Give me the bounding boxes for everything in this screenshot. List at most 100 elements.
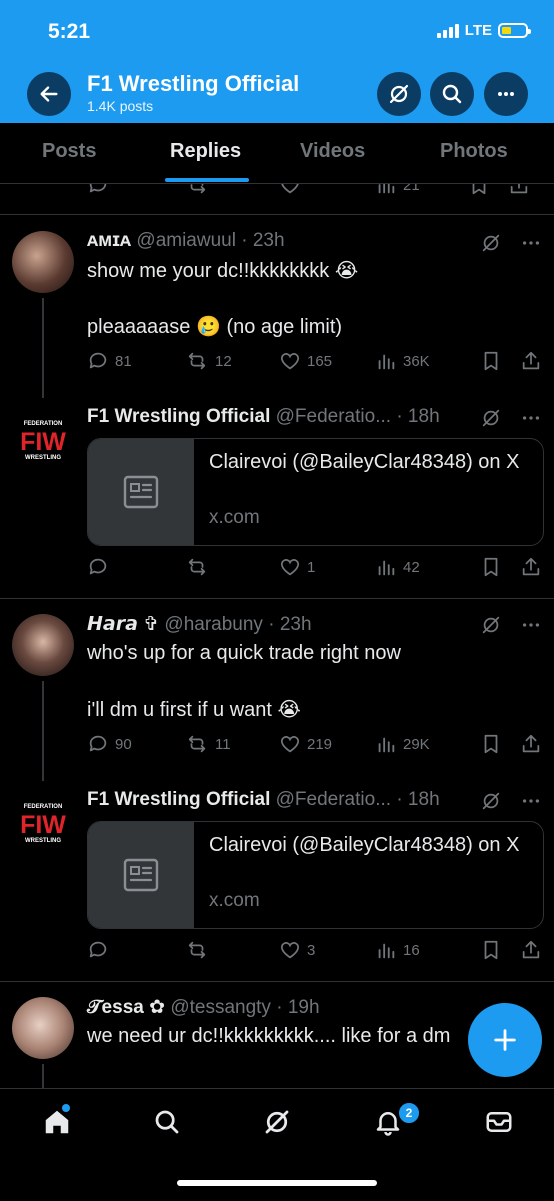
plus-icon bbox=[494, 1029, 516, 1051]
compose-button[interactable] bbox=[468, 1003, 542, 1077]
views-button[interactable]: 29K bbox=[375, 733, 430, 755]
views-count: 21 bbox=[403, 184, 420, 194]
views-button[interactable]: 36K bbox=[375, 350, 430, 372]
reply-button[interactable] bbox=[87, 939, 109, 961]
link-card-domain: x.com bbox=[209, 890, 260, 911]
post-action-bar: 81 12 165 36K bbox=[87, 350, 542, 376]
fiw-logo[interactable]: FEDERATION FIW WRESTLING bbox=[12, 409, 74, 471]
reply-button[interactable] bbox=[87, 184, 109, 196]
repost-button[interactable] bbox=[185, 939, 209, 961]
reply-button[interactable] bbox=[87, 556, 109, 578]
share-icon[interactable] bbox=[508, 184, 530, 196]
reply-icon bbox=[89, 558, 107, 575]
tab-videos[interactable]: Videos bbox=[300, 140, 365, 163]
repost-button[interactable]: 12 bbox=[185, 350, 232, 372]
bookmark-icon[interactable] bbox=[480, 556, 502, 578]
like-button[interactable]: 219 bbox=[279, 733, 332, 755]
search-icon bbox=[155, 1110, 179, 1134]
network-label: LTE bbox=[464, 22, 492, 39]
like-button[interactable]: 1 bbox=[279, 556, 315, 578]
avatar[interactable] bbox=[12, 997, 74, 1059]
posts-count: 1.4K posts bbox=[87, 98, 154, 114]
views-icon bbox=[378, 354, 395, 370]
grok-button[interactable] bbox=[377, 72, 421, 116]
repost-icon bbox=[188, 352, 206, 370]
grok-icon[interactable] bbox=[480, 232, 502, 254]
reply-button[interactable]: 90 bbox=[87, 733, 132, 755]
partial-action-bar: 21 bbox=[87, 184, 542, 200]
post-top-actions bbox=[480, 232, 542, 254]
share-icon[interactable] bbox=[520, 939, 542, 961]
more-dots-icon[interactable] bbox=[520, 790, 542, 812]
repost-icon bbox=[190, 184, 206, 194]
more-dots-icon[interactable] bbox=[520, 614, 542, 636]
views-button[interactable]: 21 bbox=[375, 184, 420, 196]
logo-bottom-text: WRESTLING bbox=[25, 838, 61, 844]
home-new-dot bbox=[62, 1104, 70, 1112]
repost-icon bbox=[188, 735, 206, 753]
like-button[interactable]: 165 bbox=[279, 350, 332, 372]
search-button[interactable] bbox=[430, 72, 474, 116]
share-icon[interactable] bbox=[520, 556, 542, 578]
author-name[interactable]: F1 Wrestling Official bbox=[87, 406, 270, 427]
post-author: 𝒯essa ✿ @tessangty · 19h bbox=[87, 996, 320, 1019]
post-text-line-1: who's up for a quick trade right now bbox=[87, 642, 401, 664]
grok-icon[interactable] bbox=[480, 614, 502, 636]
link-card[interactable]: Clairevoi (@BaileyClar48348) on X x.com bbox=[87, 821, 544, 929]
battery-icon bbox=[498, 23, 531, 38]
fiw-logo[interactable]: FEDERATION FIW WRESTLING bbox=[12, 792, 74, 854]
divider bbox=[0, 981, 554, 982]
nav-home[interactable] bbox=[42, 1107, 72, 1142]
grok-icon[interactable] bbox=[480, 790, 502, 812]
author-name[interactable]: F1 Wrestling Official bbox=[87, 789, 270, 810]
nav-messages[interactable] bbox=[484, 1107, 514, 1142]
views-button[interactable]: 42 bbox=[375, 556, 420, 578]
post-action-bar: 3 16 bbox=[87, 939, 542, 965]
link-card-thumbnail bbox=[88, 439, 194, 545]
repost-button[interactable] bbox=[185, 556, 209, 578]
tab-replies[interactable]: Replies bbox=[170, 140, 241, 163]
author-handle: @Federatio... bbox=[275, 406, 392, 427]
tab-photos[interactable]: Photos bbox=[440, 140, 508, 163]
replies-feed[interactable]: 21 ᴀᴍɪᴀ @amiawuul · 23h show me your dc!… bbox=[0, 184, 554, 1088]
post-time: · 18h bbox=[396, 406, 440, 427]
bookmark-icon[interactable] bbox=[480, 350, 502, 372]
views-icon bbox=[378, 184, 395, 194]
author-name[interactable]: 𝒯essa ✿ bbox=[87, 997, 165, 1018]
like-button[interactable] bbox=[279, 184, 301, 196]
post-time: · 19h bbox=[276, 997, 320, 1018]
author-name[interactable]: 𝙃𝙖𝙧𝙖 ✞ bbox=[87, 614, 159, 635]
views-button[interactable]: 16 bbox=[375, 939, 420, 961]
author-name[interactable]: ᴀᴍɪᴀ bbox=[87, 230, 131, 251]
link-card[interactable]: Clairevoi (@BaileyClar48348) on X x.com bbox=[87, 438, 544, 546]
fiw-logo-icon: FEDERATION FIW WRESTLING bbox=[20, 421, 66, 461]
logo-bottom-text: WRESTLING bbox=[25, 455, 61, 461]
logo-top-text: FEDERATION bbox=[24, 804, 63, 810]
avatar[interactable] bbox=[12, 614, 74, 676]
more-dots-icon[interactable] bbox=[520, 232, 542, 254]
grok-icon[interactable] bbox=[480, 407, 502, 429]
reply-button[interactable]: 81 bbox=[87, 350, 132, 372]
tab-posts[interactable]: Posts bbox=[42, 140, 96, 163]
bookmark-icon[interactable] bbox=[468, 184, 490, 196]
avatar[interactable] bbox=[12, 231, 74, 293]
back-button[interactable] bbox=[27, 72, 71, 116]
repost-button[interactable] bbox=[185, 184, 209, 196]
nav-grok[interactable] bbox=[262, 1107, 292, 1142]
views-count: 36K bbox=[403, 352, 430, 370]
nav-search[interactable] bbox=[152, 1107, 182, 1142]
like-button[interactable]: 3 bbox=[279, 939, 315, 961]
more-dots-icon[interactable] bbox=[520, 407, 542, 429]
post-author: ᴀᴍɪᴀ @amiawuul · 23h bbox=[87, 230, 285, 252]
share-icon[interactable] bbox=[520, 350, 542, 372]
share-icon[interactable] bbox=[520, 733, 542, 755]
more-button[interactable] bbox=[484, 72, 528, 116]
post-right-actions bbox=[480, 733, 542, 755]
post-time: · 23h bbox=[241, 230, 285, 251]
active-tab-indicator bbox=[165, 178, 249, 182]
divider bbox=[0, 214, 554, 215]
repost-button[interactable]: 11 bbox=[185, 733, 231, 755]
post-right-actions bbox=[480, 939, 542, 961]
bookmark-icon[interactable] bbox=[480, 939, 502, 961]
bookmark-icon[interactable] bbox=[480, 733, 502, 755]
